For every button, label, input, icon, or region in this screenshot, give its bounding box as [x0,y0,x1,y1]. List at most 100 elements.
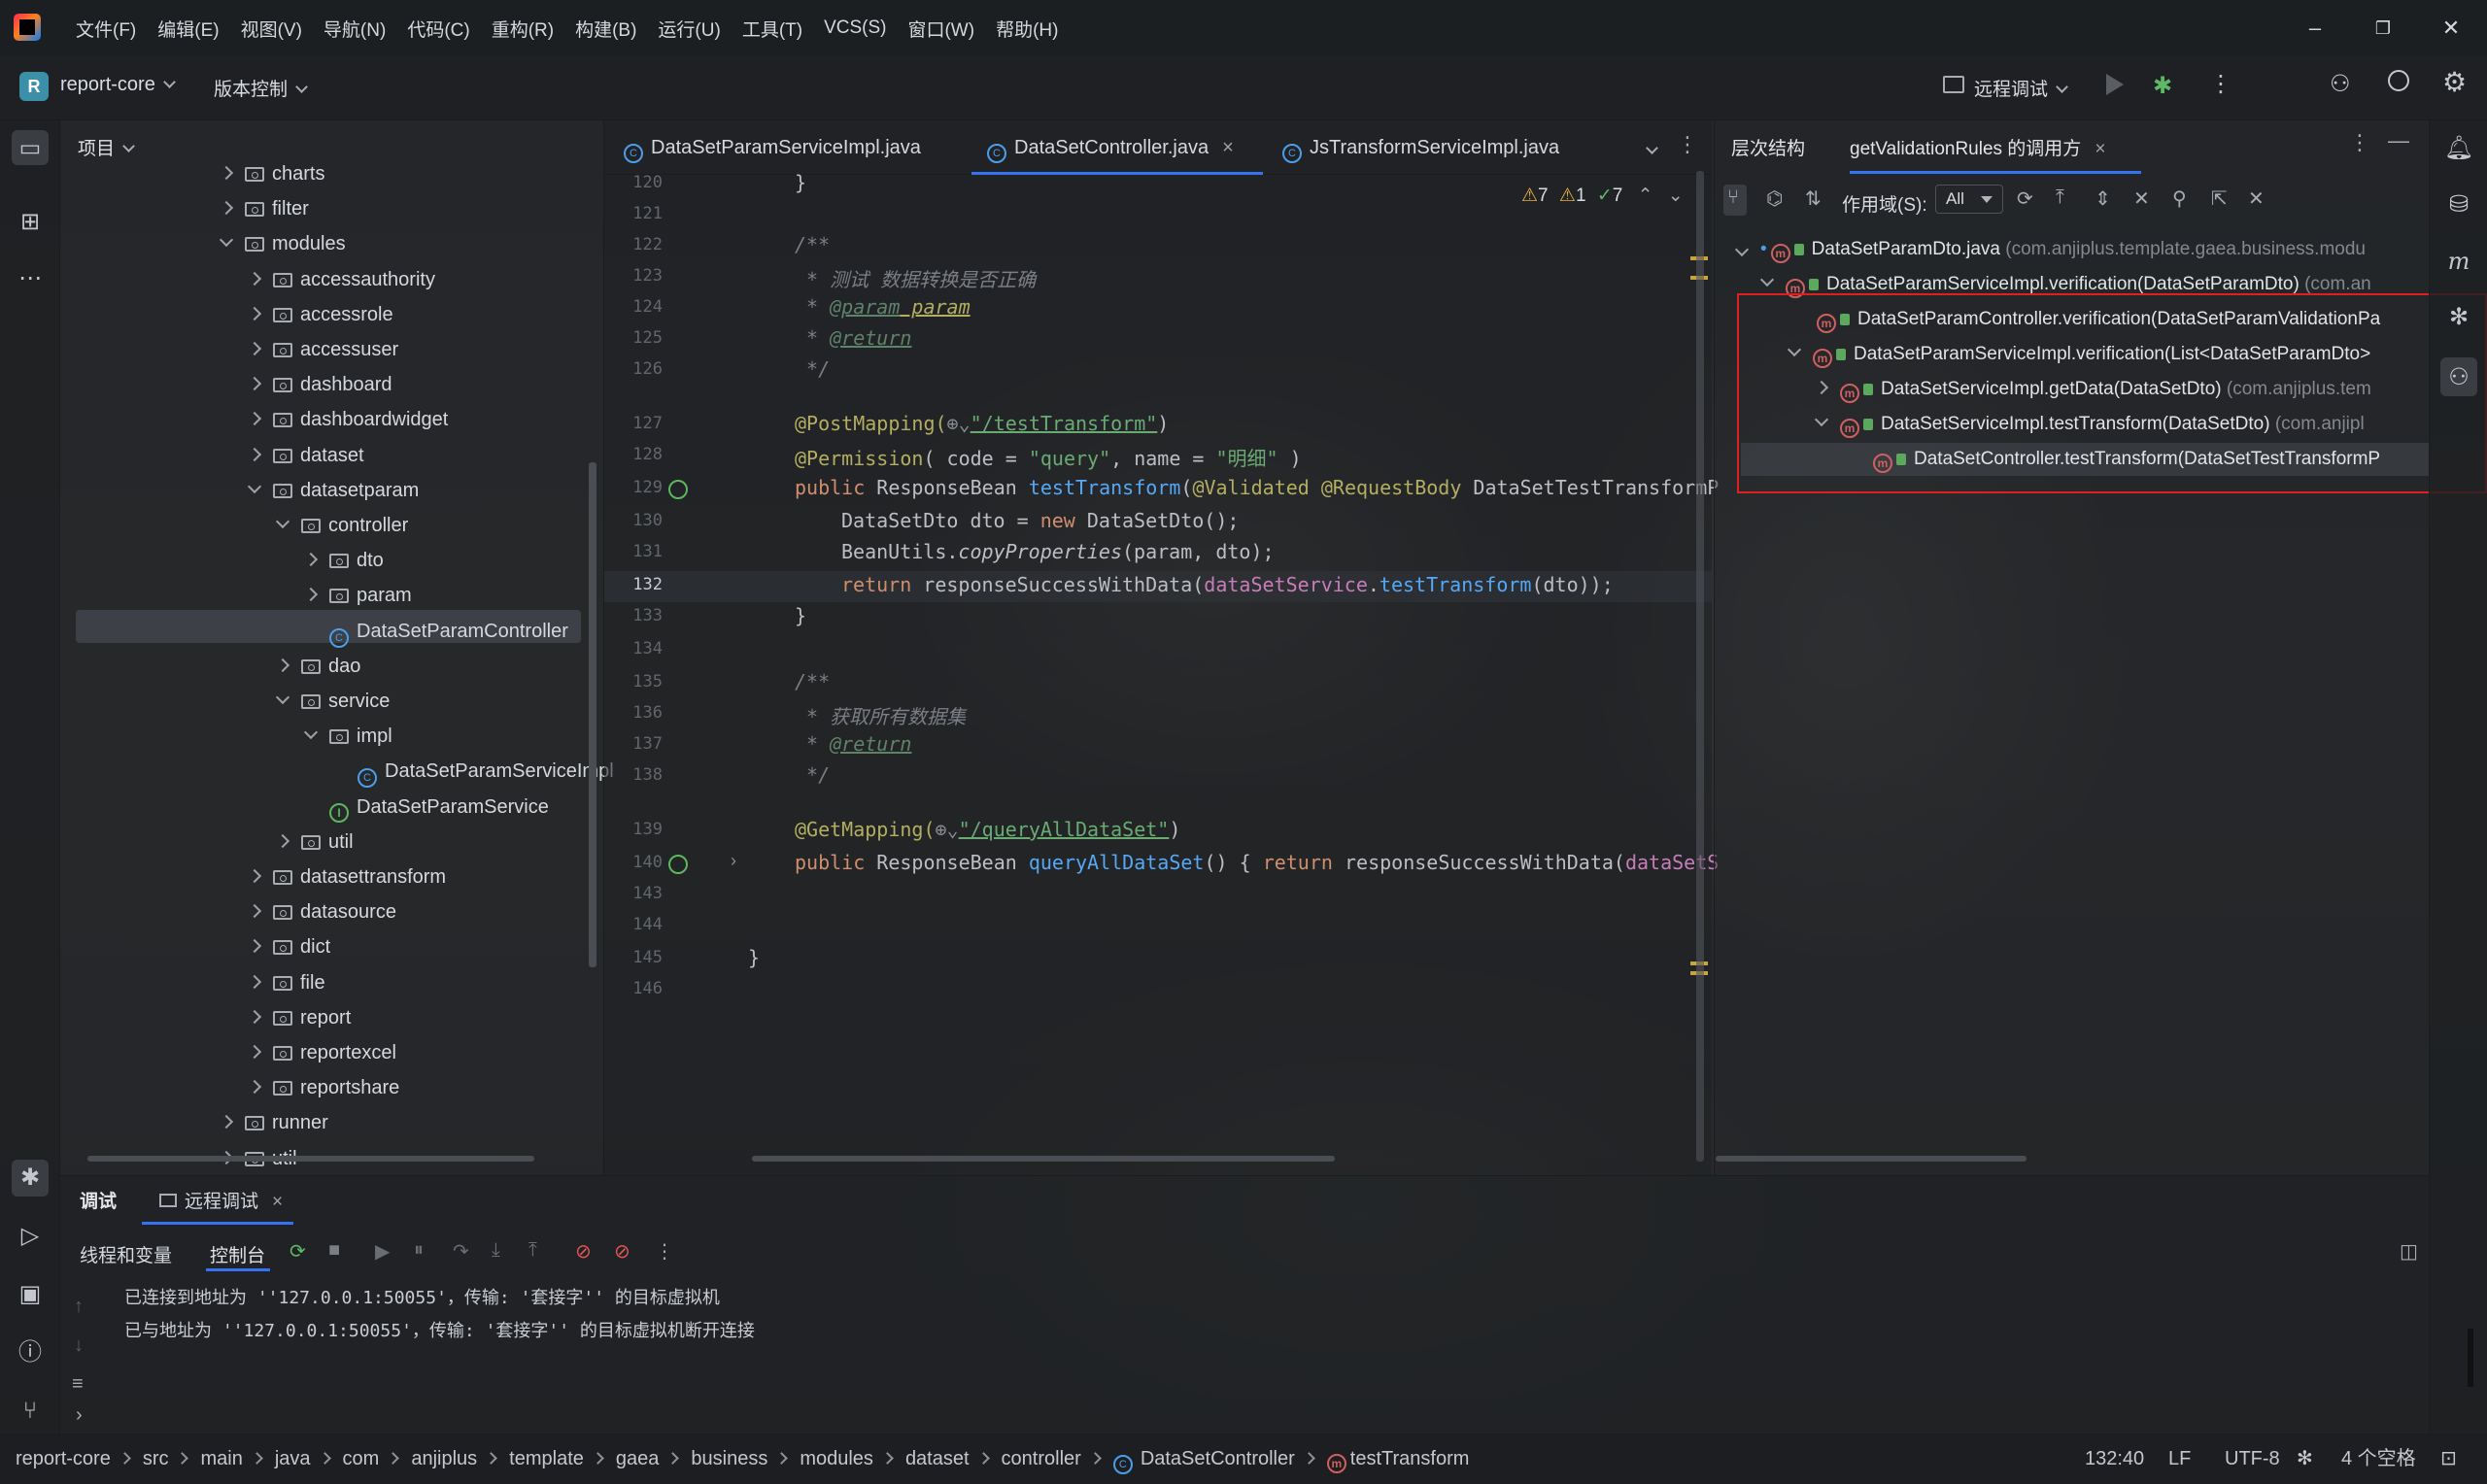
tree-item-filter[interactable]: filter [219,192,309,225]
tree-item-datasetparamservice[interactable]: I DataSetParamService [306,791,549,824]
terminal-icon[interactable]: ▣ [14,1278,47,1311]
chevron-right-icon[interactable] [247,1044,262,1060]
tree-item-dashboardwidget[interactable]: dashboardwidget [247,403,448,436]
tree-item-datasource[interactable]: datasource [247,895,396,928]
bug-icon[interactable]: ✱ [14,1162,47,1195]
structure-icon[interactable]: ⊞ [14,206,47,239]
expand-chevron-icon[interactable]: › [76,1404,83,1427]
problems-icon[interactable]: ⓘ [14,1336,47,1369]
line-separator[interactable]: LF [2168,1433,2191,1484]
chevron-down-icon[interactable] [303,725,319,740]
breadcrumb-item[interactable]: DataSetController [1141,1448,1295,1469]
tree-item-dict[interactable]: dict [247,930,330,963]
tree-item-controller[interactable]: controller [275,509,408,542]
tree-item-dashboard[interactable]: dashboard [247,368,392,401]
ai-status-icon[interactable]: ✻ [2297,1433,2313,1484]
tree-item-accessauthority[interactable]: accessauthority [247,263,435,296]
chevron-right-icon[interactable] [247,271,262,286]
indent-setting[interactable]: 4 个空格 [2341,1433,2416,1484]
more-vertical-icon[interactable]: ⋮ [2349,130,2370,155]
tree-item-datasettransform[interactable]: datasettransform [247,860,446,894]
pause-icon[interactable]: ⏸ [414,1239,424,1262]
breadcrumb-item[interactable]: controller [1002,1448,1081,1469]
breadcrumb-item[interactable]: report-core [16,1448,111,1469]
breadcrumb-item[interactable]: main [200,1448,242,1469]
close-tab-icon[interactable]: × [2095,139,2105,159]
minimize-panel-icon[interactable]: — [2388,128,2409,153]
chevron-down-icon[interactable] [275,514,290,529]
chevron-right-icon[interactable] [303,553,319,567]
chevron-right-icon[interactable] [247,904,262,919]
subtab-threads-variables[interactable]: 线程和变量 [80,1241,172,1267]
chevron-right-icon[interactable] [219,201,234,216]
chevron-right-icon[interactable] [219,165,234,181]
git-icon[interactable]: ⑂ [14,1395,47,1428]
restore-icon[interactable]: ❐ [2368,14,2398,43]
ai-assistant-icon[interactable]: ✻ [2442,301,2475,334]
expand-all-icon[interactable]: ⇕ [2095,186,2111,211]
add-user-icon[interactable]: ⚇ [2330,70,2351,98]
menu-view[interactable]: 视图(V) [241,16,302,42]
chevron-down-icon[interactable] [219,233,234,248]
run-panel-icon[interactable]: ▷ [14,1220,47,1253]
breadcrumb-item[interactable]: dataset [905,1448,970,1469]
breadcrumb-item[interactable]: anjiplus [411,1448,477,1469]
tree-item-dto[interactable]: dto [303,544,384,577]
hierarchy-hscrollbar[interactable] [1716,1156,2027,1162]
chevron-right-icon[interactable] [247,412,262,426]
prev-highlight-icon[interactable]: ⌃ [1638,186,1653,206]
chevron-right-icon[interactable] [247,1080,262,1095]
tab-remote-debug[interactable]: 远程调试 × [159,1187,283,1213]
breadcrumb-item[interactable]: src [143,1448,169,1469]
scroll-down-icon[interactable]: ↓ [74,1334,84,1357]
tree-item-dao[interactable]: dao [275,650,360,683]
menu-build[interactable]: 构建(B) [575,16,636,42]
mute-breakpoints-icon[interactable]: ⊘ [614,1239,630,1264]
tree-item-report[interactable]: report [247,1001,351,1034]
file-encoding[interactable]: UTF-8 [2225,1433,2280,1484]
tabs-more-icon[interactable]: ⋮ [1677,132,1698,157]
spring-endpoint-icon[interactable] [668,855,688,874]
project-badge[interactable]: R [19,72,49,101]
breadcrumb-item[interactable]: template [509,1448,584,1469]
spring-endpoint-icon[interactable] [668,480,688,499]
close-hierarchy-icon[interactable]: ✕ [2248,186,2265,211]
folder-icon[interactable]: ▭ [14,132,47,165]
chevron-right-icon[interactable] [247,974,262,989]
lock-icon[interactable]: ⊡ [2440,1433,2457,1484]
chevron-down-icon[interactable] [247,479,262,493]
chevron-right-icon[interactable] [247,1009,262,1024]
project-selector[interactable]: report-core [60,74,176,96]
tab-debug[interactable]: 调试 [80,1187,117,1213]
tree-item-runner[interactable]: runner [219,1106,328,1139]
tree-item-datasetparamserviceimpl[interactable]: C DataSetParamServiceImpl [334,755,614,789]
tab-datasetcontroller[interactable]: C DataSetController.java × [971,120,1263,175]
soft-wrap-icon[interactable]: ≡ [72,1373,84,1396]
caller-hierarchy-icon[interactable]: ⑂ [1727,186,1739,209]
view-breakpoints-icon[interactable]: ⊘ [575,1239,592,1264]
collapse-all-icon[interactable]: ✕ [2133,186,2150,211]
database-icon[interactable]: ⛁ [2442,188,2475,221]
run-config-selector[interactable]: 远程调试 [1974,75,2068,101]
tree-item-datasetparamcontroller[interactable]: C DataSetParamController [306,615,568,648]
subtab-console[interactable]: 控制台 [210,1241,265,1267]
chevron-right-icon[interactable] [247,341,262,356]
project-panel-header[interactable]: 项目 [78,134,135,160]
next-highlight-icon[interactable]: ⌄ [1668,186,1684,206]
scroll-up-icon[interactable]: ↑ [74,1296,84,1318]
menu-tools[interactable]: 工具(T) [742,16,802,42]
tree-item-datasetparam[interactable]: datasetparam [247,474,419,507]
tree-item-service[interactable]: service [275,685,390,718]
maven-icon[interactable]: m [2442,245,2475,278]
tab-jstransformserviceimpl[interactable]: C JsTransformServiceImpl.java [1282,120,1559,175]
project-hscrollbar[interactable] [87,1156,534,1162]
stop-icon[interactable]: ■ [328,1239,340,1262]
pin-icon[interactable]: ⚲ [2172,186,2187,211]
menu-refactor[interactable]: 重构(R) [492,16,554,42]
close-window-icon[interactable]: ✕ [2436,14,2466,43]
menu-run[interactable]: 运行(U) [658,16,720,42]
tree-item-reportexcel[interactable]: reportexcel [247,1036,396,1069]
settings-gear-icon[interactable]: ⚙ [2442,66,2467,98]
breadcrumb-item[interactable]: java [275,1448,311,1469]
hierarchy-tab-callers[interactable]: getValidationRules 的调用方 × [1850,134,2105,160]
